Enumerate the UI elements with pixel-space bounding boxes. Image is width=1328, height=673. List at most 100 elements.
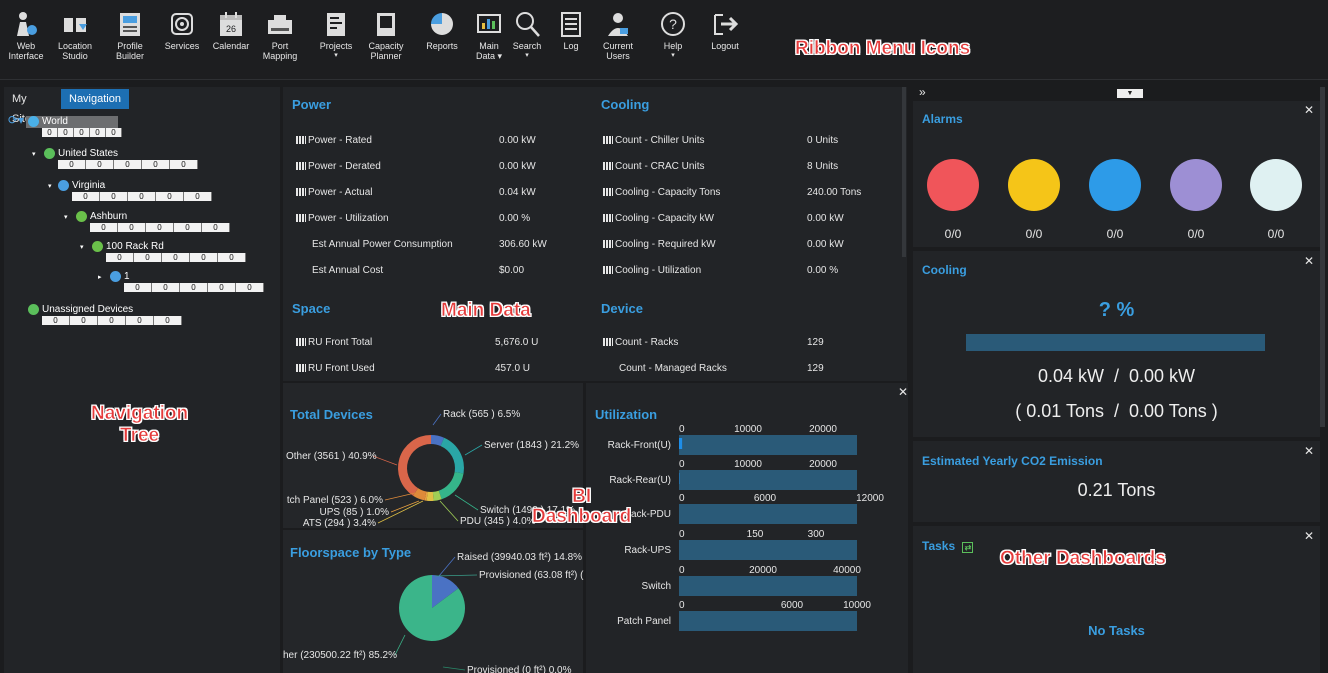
bi-dashboard: Total Devices Rack (565 ) 6.5% Server (184… <box>283 383 908 673</box>
ribbon-menu: Web Interface Location Studio Profile Buil… <box>0 0 1328 80</box>
alarm-indicator[interactable] <box>1008 159 1060 211</box>
bar-chart-icon[interactable] <box>603 136 613 144</box>
data-row-label: Cooling - Capacity Tons <box>615 187 721 198</box>
close-icon[interactable]: ✕ <box>1304 529 1314 543</box>
expand-caret-icon[interactable]: ▾ <box>32 150 36 158</box>
refresh-icon[interactable]: ⇄ <box>962 542 974 553</box>
data-row[interactable]: Power - Utilization <box>296 213 389 224</box>
alarm-indicator[interactable] <box>927 159 979 211</box>
ribbon-item-location-studio[interactable]: Location Studio <box>53 6 97 61</box>
ribbon-item-label: Help <box>663 41 683 51</box>
bar-chart-icon[interactable] <box>603 338 613 346</box>
bar-chart-icon[interactable] <box>603 240 613 248</box>
data-row[interactable]: Cooling - Utilization <box>603 265 701 276</box>
close-icon[interactable]: ✕ <box>1304 254 1314 268</box>
tree-node[interactable]: ▾ Ashburn 0 0 0 0 0 <box>64 211 230 235</box>
data-row[interactable]: Est Annual Cost <box>312 265 383 276</box>
bar-chart-icon[interactable] <box>603 162 613 170</box>
total-devices-slice-label: UPS (85 ) 1.0% <box>320 507 390 518</box>
bar-chart-icon[interactable] <box>296 338 306 346</box>
data-row[interactable]: Power - Actual <box>296 187 372 198</box>
alarm-indicator[interactable] <box>1250 159 1302 211</box>
donut-slice[interactable] <box>426 491 434 501</box>
tree-node[interactable]: ▾ United States 0 0 0 0 0 <box>32 148 198 172</box>
ribbon-item-capacity-planner[interactable]: Capacity Planner <box>364 6 408 61</box>
tasks-panel: Tasks ⇄ ✕ Other Dashboards No Tasks <box>913 526 1320 673</box>
capacity-planner-icon <box>372 10 400 38</box>
right-scrollbar[interactable] <box>1320 87 1325 427</box>
tree-node[interactable]: Unassigned Devices 0 0 0 0 0 <box>26 304 182 328</box>
tree-node[interactable]: ▸ 1 0 0 0 0 0 <box>98 271 274 295</box>
data-row[interactable]: Power - Derated <box>296 161 381 172</box>
ribbon-item-calendar[interactable]: 26 Calendar <box>209 6 253 51</box>
data-row[interactable]: Cooling - Capacity kW <box>603 213 714 224</box>
data-row-value: 0.00 kW <box>807 239 844 250</box>
axis-tick-label: 150 <box>747 529 764 540</box>
expand-caret-icon[interactable]: ▾ <box>48 182 52 190</box>
data-row-label: Count - Chiller Units <box>615 135 705 146</box>
data-row[interactable]: Count - Chiller Units <box>603 135 704 146</box>
ribbon-item-web-interface[interactable]: Web Interface <box>4 6 48 61</box>
collapse-icon[interactable]: » <box>919 85 926 99</box>
alarm-indicator[interactable] <box>1170 159 1222 211</box>
count-cell: 0 <box>42 128 58 137</box>
bar-chart-icon[interactable] <box>603 266 613 274</box>
main-data-scrollbar[interactable] <box>902 87 906 257</box>
data-row[interactable]: Power - Rated <box>296 135 372 146</box>
ribbon-item-label: Calendar <box>212 41 250 51</box>
data-row-value: $0.00 <box>499 265 525 276</box>
ribbon-item-log[interactable]: Log <box>549 6 593 51</box>
tree-node-label: United States <box>58 148 119 159</box>
data-row[interactable]: RU Front Total <box>296 337 372 348</box>
tree-node[interactable]: ▾ Virginia 0 0 0 0 0 <box>48 180 212 204</box>
data-row[interactable]: RU Front Used <box>296 363 375 374</box>
co2-title: Estimated Yearly CO2 Emission <box>922 454 1103 468</box>
alarm-indicator[interactable] <box>1089 159 1141 211</box>
total-devices-slice-label: PDU (345 ) 4.0% <box>460 516 536 527</box>
axis-tick-label: 20000 <box>809 424 837 435</box>
ribbon-item-port-mapping[interactable]: Port Mapping <box>259 6 301 61</box>
tab-my-sites[interactable]: My Sites <box>4 89 44 125</box>
ribbon-item-search[interactable]: Search ▾ <box>505 6 549 61</box>
tree-node[interactable]: World 0 0 0 0 0 <box>26 116 122 140</box>
data-row[interactable]: Est Annual Power Consumption <box>312 239 453 250</box>
ribbon-item-logout[interactable]: Logout <box>703 6 747 51</box>
utilization-bar[interactable] <box>679 438 683 449</box>
data-row-value: 0.04 kW <box>499 187 536 198</box>
data-row-label: Power - Actual <box>308 187 373 198</box>
dropdown-toggle[interactable]: ▼ <box>1117 89 1143 98</box>
bar-chart-icon[interactable] <box>296 188 306 196</box>
refresh-icon[interactable]: ⟳▾ <box>8 113 24 127</box>
close-icon[interactable]: ✕ <box>898 385 908 399</box>
ribbon-item-reports[interactable]: Reports <box>420 6 464 51</box>
expand-caret-icon[interactable]: ▸ <box>98 273 102 281</box>
ribbon-item-profile-builder[interactable]: Profile Builder <box>108 6 152 61</box>
ribbon-item-projects[interactable]: Projects ▾ <box>314 6 358 61</box>
bar-chart-icon[interactable] <box>296 162 306 170</box>
tab-navigation[interactable]: Navigation <box>61 89 129 109</box>
data-row[interactable]: Cooling - Required kW <box>603 239 716 250</box>
data-row[interactable]: Count - Racks <box>603 337 678 348</box>
tree-node-label: Ashburn <box>90 211 128 222</box>
count-cell: 0 <box>184 192 212 201</box>
ribbon-item-services[interactable]: Services <box>160 6 204 51</box>
expand-caret-icon[interactable]: ▾ <box>80 243 84 251</box>
bar-chart-icon[interactable] <box>296 214 306 222</box>
alarms-title: Alarms <box>922 112 963 126</box>
close-icon[interactable]: ✕ <box>1304 103 1314 117</box>
data-row[interactable]: Count - CRAC Units <box>603 161 704 172</box>
bar-chart-icon[interactable] <box>603 214 613 222</box>
section-title-space: Space <box>292 301 331 316</box>
tree-node[interactable]: ▾ 100 Rack Rd 0 0 0 0 0 <box>80 241 256 265</box>
bar-chart-icon[interactable] <box>296 364 306 372</box>
bar-chart-icon[interactable] <box>603 188 613 196</box>
close-icon[interactable]: ✕ <box>1304 444 1314 458</box>
ribbon-item-label: Search <box>512 41 542 51</box>
data-row[interactable]: Count - Managed Racks <box>619 363 727 374</box>
data-row[interactable]: Cooling - Capacity Tons <box>603 187 720 198</box>
expand-caret-icon[interactable]: ▾ <box>64 213 68 221</box>
bar-chart-icon[interactable] <box>296 136 306 144</box>
ribbon-item-current-users[interactable]: Current Users <box>596 6 640 61</box>
ribbon-item-help[interactable]: ? Help ▾ <box>651 6 695 61</box>
data-row-value: 0.00 kW <box>499 161 536 172</box>
